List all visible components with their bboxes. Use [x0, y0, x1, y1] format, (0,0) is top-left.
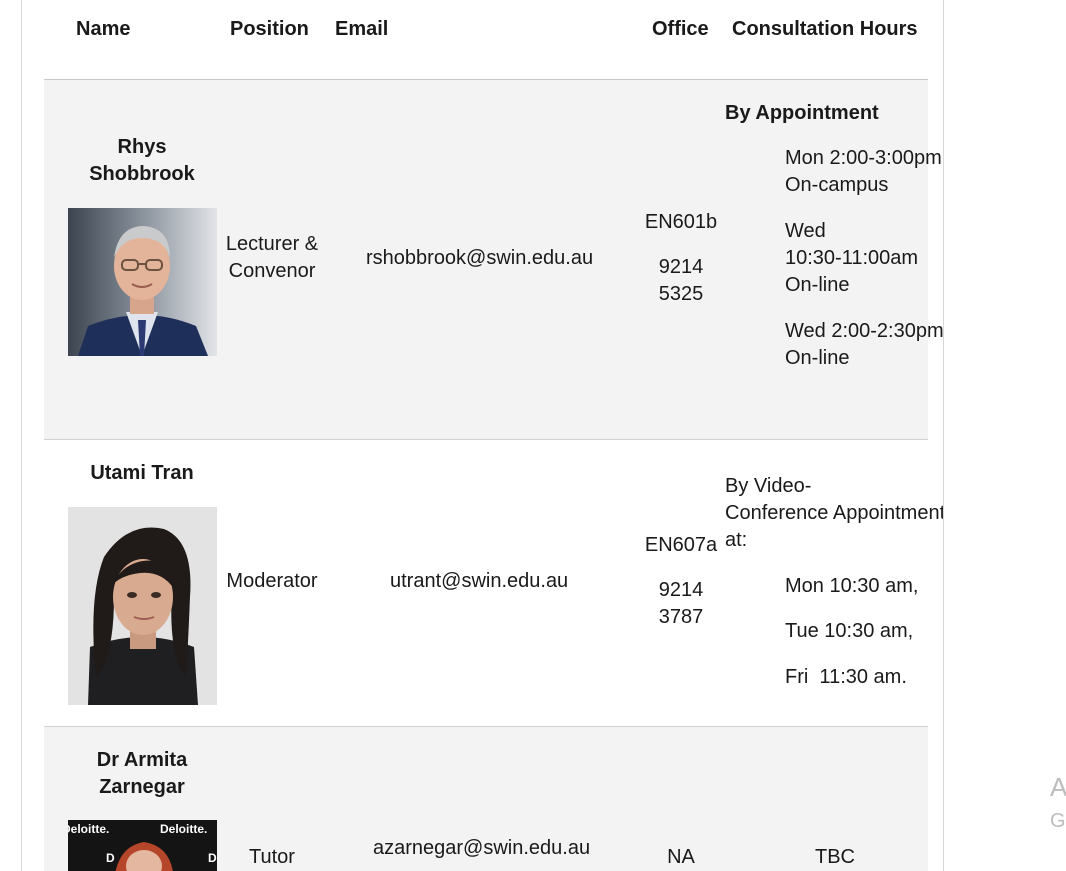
table-row: Rhys Shobbrook Lecturer & Convenor rshob…: [44, 80, 943, 440]
consultation-hours: TBC: [815, 846, 855, 868]
consultation-slot: Wed 10:30-11:00am On-line: [785, 220, 919, 296]
staff-name: Rhys Shobbrook: [89, 136, 195, 185]
staff-photo: Deloitte. Deloitte. D D: [68, 820, 217, 871]
side-text-fragment: A G: [1050, 772, 1066, 832]
consultation-slot: Mon 10:30 am,: [785, 575, 919, 597]
staff-photo: [68, 507, 217, 705]
staff-phone: 9214 3787: [658, 579, 704, 628]
staff-name: Utami Tran: [90, 462, 194, 484]
content-panel: Name Position Email Office Consultation …: [21, 0, 944, 871]
consultation-slot: Mon 2:00-3:00pm On-campus: [785, 147, 942, 196]
staff-position: Lecturer & Convenor: [225, 233, 319, 282]
staff-position: Tutor: [249, 846, 295, 868]
consultation-heading: By Appointment: [725, 102, 879, 124]
photo-backdrop-text: Deloitte.: [68, 822, 109, 836]
svg-text:D: D: [106, 851, 115, 865]
staff-office: EN601b: [644, 211, 718, 233]
header-office: Office: [652, 18, 709, 40]
header-name: Name: [76, 18, 131, 40]
staff-email-link[interactable]: rshobbrook@swin.edu.au: [366, 245, 593, 272]
consultation-intro: By Video- Conference Appointment at:: [725, 475, 944, 551]
table-row: Utami Tran Moderator utrant@swin.edu.au …: [44, 440, 943, 727]
staff-email-link[interactable]: utrant@swin.edu.au: [390, 568, 568, 595]
staff-position: Moderator: [226, 570, 318, 592]
table-row: Dr Armita Zarnegar Deloitte. Deloitte. D…: [44, 727, 928, 871]
consultation-slot: Fri 11:30 am.: [785, 666, 907, 688]
header-position: Position: [230, 18, 309, 40]
staff-email-link[interactable]: azarnegar@swin.edu.au: [373, 835, 590, 862]
header-consultation-hours: Consultation Hours: [732, 18, 918, 40]
staff-name: Dr Armita Zarnegar: [96, 749, 188, 798]
header-email: Email: [335, 18, 389, 40]
staff-photo: [68, 208, 217, 356]
staff-phone: 9214 5325: [658, 256, 704, 305]
consultation-slot: Wed 2:00-2:30pm On-line: [785, 320, 944, 369]
staff-office: EN607a: [644, 534, 718, 556]
consultation-slot: Tue 10:30 am,: [785, 620, 914, 642]
staff-office: NA: [667, 846, 695, 868]
photo-backdrop-text: Deloitte.: [160, 822, 207, 836]
